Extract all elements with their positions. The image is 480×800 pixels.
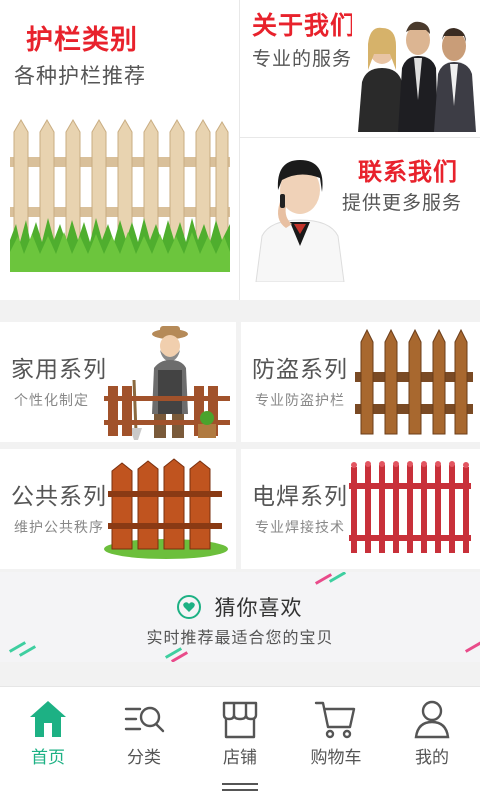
farmer-fence-image bbox=[104, 326, 230, 440]
divider bbox=[240, 137, 480, 138]
tab-cart[interactable]: 购物车 bbox=[288, 687, 384, 775]
recommendation-header: 猜你喜欢 bbox=[0, 592, 480, 622]
bottom-tab-bar: 首页 分类 店铺 购物车 我的 bbox=[0, 686, 480, 774]
gesture-handle[interactable] bbox=[222, 783, 258, 785]
tab-label: 我的 bbox=[415, 748, 449, 768]
tab-label: 首页 bbox=[31, 748, 65, 768]
series-title: 电焊系列 bbox=[252, 484, 348, 510]
series-card-welded[interactable]: 电焊系列 专业焊接技术 bbox=[241, 449, 480, 569]
series-subtitle: 个性化制定 bbox=[14, 393, 89, 409]
tab-label: 分类 bbox=[127, 748, 161, 768]
recommendation-banner: 猜你喜欢 实时推荐最适合您的宝贝 bbox=[0, 572, 480, 662]
about-subtitle: 专业的服务 bbox=[252, 48, 353, 70]
series-subtitle: 专业焊接技术 bbox=[255, 520, 345, 536]
red-railing-image bbox=[349, 461, 471, 553]
series-subtitle: 维护公共秩序 bbox=[14, 520, 104, 536]
contact-subtitle: 提供更多服务 bbox=[342, 192, 463, 214]
gesture-handle bbox=[222, 789, 258, 791]
recommendation-subtitle: 实时推荐最适合您的宝贝 bbox=[146, 628, 334, 647]
tab-store[interactable]: 店铺 bbox=[192, 687, 288, 775]
series-card-household[interactable]: 家用系列 个性化制定 bbox=[0, 322, 236, 442]
recommendation-title: 猜你喜欢 bbox=[214, 596, 303, 620]
heart-icon bbox=[177, 595, 202, 619]
series-subtitle: 专业防盗护栏 bbox=[255, 393, 345, 409]
contact-title: 联系我们 bbox=[358, 158, 458, 186]
about-title: 关于我们 bbox=[252, 11, 357, 40]
tab-profile[interactable]: 我的 bbox=[384, 687, 480, 775]
promo-panel: 护栏类别 各种护栏推荐 关于我们 专业的服务 联系我们 提供更多服务 bbox=[0, 0, 480, 300]
tab-label: 店铺 bbox=[223, 748, 257, 768]
picket-fence-grass-image bbox=[10, 119, 230, 272]
category-subtitle: 各种护栏推荐 bbox=[14, 64, 146, 88]
wooden-fence-image bbox=[355, 328, 473, 435]
team-photo bbox=[352, 10, 476, 132]
tab-home[interactable]: 首页 bbox=[0, 687, 96, 775]
tab-label: 购物车 bbox=[310, 748, 362, 768]
gesture-area bbox=[0, 774, 480, 800]
profile-icon bbox=[414, 700, 450, 739]
cart-icon bbox=[314, 701, 356, 739]
category-title: 护栏类别 bbox=[26, 25, 138, 56]
wood-panel-fence-image bbox=[104, 458, 228, 559]
confetti-decoration bbox=[328, 572, 347, 583]
category-icon bbox=[124, 706, 165, 733]
series-card-anti-theft[interactable]: 防盗系列 专业防盗护栏 bbox=[241, 322, 480, 442]
customer-service-photo bbox=[255, 160, 345, 282]
home-icon bbox=[30, 701, 66, 737]
store-icon bbox=[222, 701, 258, 739]
divider bbox=[239, 0, 240, 300]
series-title: 公共系列 bbox=[11, 484, 107, 510]
series-card-public[interactable]: 公共系列 维护公共秩序 bbox=[0, 449, 236, 569]
series-title: 家用系列 bbox=[11, 357, 107, 383]
tab-category[interactable]: 分类 bbox=[96, 687, 192, 775]
series-title: 防盗系列 bbox=[252, 357, 348, 383]
